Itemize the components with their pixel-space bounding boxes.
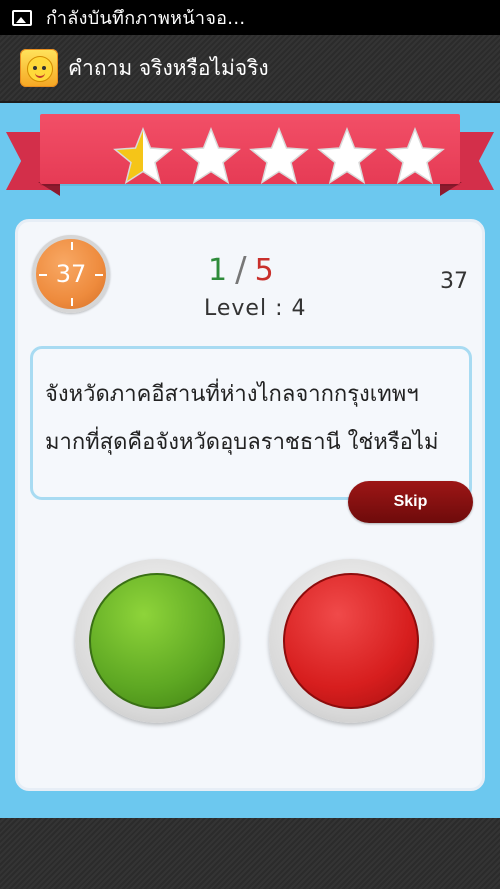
star-icon (385, 126, 445, 185)
false-button[interactable] (269, 559, 433, 723)
points-value: 37 (440, 269, 468, 294)
total-questions: 5 (254, 252, 274, 288)
timer-value: 37 (55, 260, 87, 288)
question-box: จังหวัดภาคอีสานที่ห่างไกลจากกรุงเทพฯ มาก… (30, 346, 472, 500)
timer-clock-icon: 37 (32, 235, 110, 313)
true-button[interactable] (75, 559, 239, 723)
bottom-bar (0, 818, 500, 889)
question-line-2: มากที่สุดคือจังหวัดอุบลราชธานี ใช่หรือไม… (45, 430, 439, 455)
question-progress: 1 / 5 (208, 250, 274, 290)
progress-separator: / (235, 250, 247, 290)
star-icon (249, 126, 309, 185)
false-button-core (283, 573, 419, 709)
ribbon-banner (40, 114, 460, 185)
star-icon (181, 126, 241, 185)
star-icon (113, 126, 173, 185)
question-card: 37 1 / 5 Level : 4 37 จังหวัดภาคอีสานที่… (15, 219, 485, 791)
status-bar: กำลังบันทึกภาพหน้าจอ... (0, 0, 500, 35)
face-icon (27, 56, 53, 82)
app-title: คำถาม จริงหรือไม่จริง (68, 55, 269, 80)
true-button-core (89, 573, 225, 709)
rating-ribbon (0, 108, 500, 208)
level-label: Level : 4 (204, 296, 307, 321)
current-question: 1 (208, 252, 228, 288)
skip-button[interactable]: Skip (348, 481, 473, 523)
star-rating (112, 126, 446, 188)
screenshot-icon (12, 9, 32, 26)
star-icon (317, 126, 377, 185)
app-logo-icon[interactable] (20, 49, 58, 87)
question-text: จังหวัดภาคอีสานที่ห่างไกลจากกรุงเทพฯ มาก… (45, 371, 465, 467)
action-bar: คำถาม จริงหรือไม่จริง (0, 35, 500, 103)
question-line-1: จังหวัดภาคอีสานที่ห่างไกลจากกรุงเทพฯ (45, 382, 419, 407)
status-text: กำลังบันทึกภาพหน้าจอ... (46, 8, 246, 29)
